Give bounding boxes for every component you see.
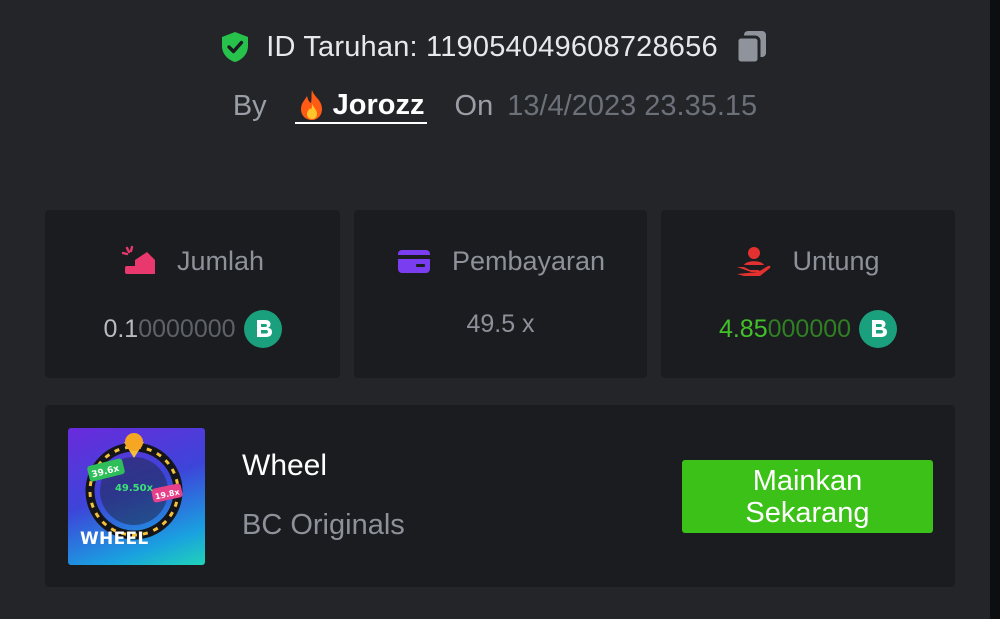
stat-card-amount: Jumlah 0.10000000 <box>45 210 340 378</box>
bc-coin-icon <box>859 310 898 348</box>
game-name[interactable]: Wheel <box>242 449 327 483</box>
fire-icon <box>297 89 327 121</box>
username-link[interactable]: Jorozz <box>294 88 427 124</box>
game-provider: BC Originals <box>242 509 405 541</box>
amount-value-main: 0.1 <box>103 314 139 343</box>
verified-shield-icon <box>218 30 252 64</box>
game-card: 39.6x 49.50x 19.8x WHEEL Wheel BC Origin… <box>45 405 955 587</box>
card-icon <box>396 244 432 278</box>
bet-author-row: By Jorozz On 13/4/2023 23.35.15 <box>0 86 990 126</box>
amount-value-tail: 0000000 <box>138 314 236 343</box>
username-text: Jorozz <box>332 88 425 121</box>
amount-value: 0.10000000 <box>45 310 340 348</box>
bet-amount-icon <box>121 244 157 278</box>
amount-label: Jumlah <box>176 245 265 276</box>
bc-coin-icon <box>243 310 282 348</box>
by-label: By <box>232 89 267 122</box>
copy-icon[interactable] <box>732 27 772 67</box>
payout-value: 49.5 x <box>466 310 535 338</box>
payout-value-row: 49.5 x <box>354 310 647 339</box>
play-now-button[interactable]: Mainkan Sekarang <box>682 460 933 533</box>
profit-hand-icon <box>736 244 772 278</box>
bet-id-text: ID Taruhan: 119054049608728656 <box>266 30 718 63</box>
thumb-title: WHEEL <box>80 529 149 549</box>
profit-value-tail: 000000 <box>767 314 852 343</box>
bet-detail-panel: ID Taruhan: 119054049608728656 By Jorozz… <box>0 0 990 619</box>
thumb-label-2: 49.50x <box>115 483 154 494</box>
bet-id-row: ID Taruhan: 119054049608728656 <box>0 26 990 68</box>
stat-card-profit: Untung 4.85000000 <box>661 210 955 378</box>
profit-value: 4.85000000 <box>661 310 955 348</box>
scrollbar-track[interactable] <box>990 0 1000 619</box>
game-thumbnail[interactable]: 39.6x 49.50x 19.8x WHEEL <box>68 428 205 565</box>
on-label: On <box>454 89 494 122</box>
stat-card-payout: Pembayaran 49.5 x <box>354 210 647 378</box>
profit-label: Untung <box>792 245 880 276</box>
payout-label: Pembayaran <box>451 245 606 276</box>
bet-date: 13/4/2023 23.35.15 <box>507 89 758 122</box>
profit-value-main: 4.85 <box>718 314 768 343</box>
